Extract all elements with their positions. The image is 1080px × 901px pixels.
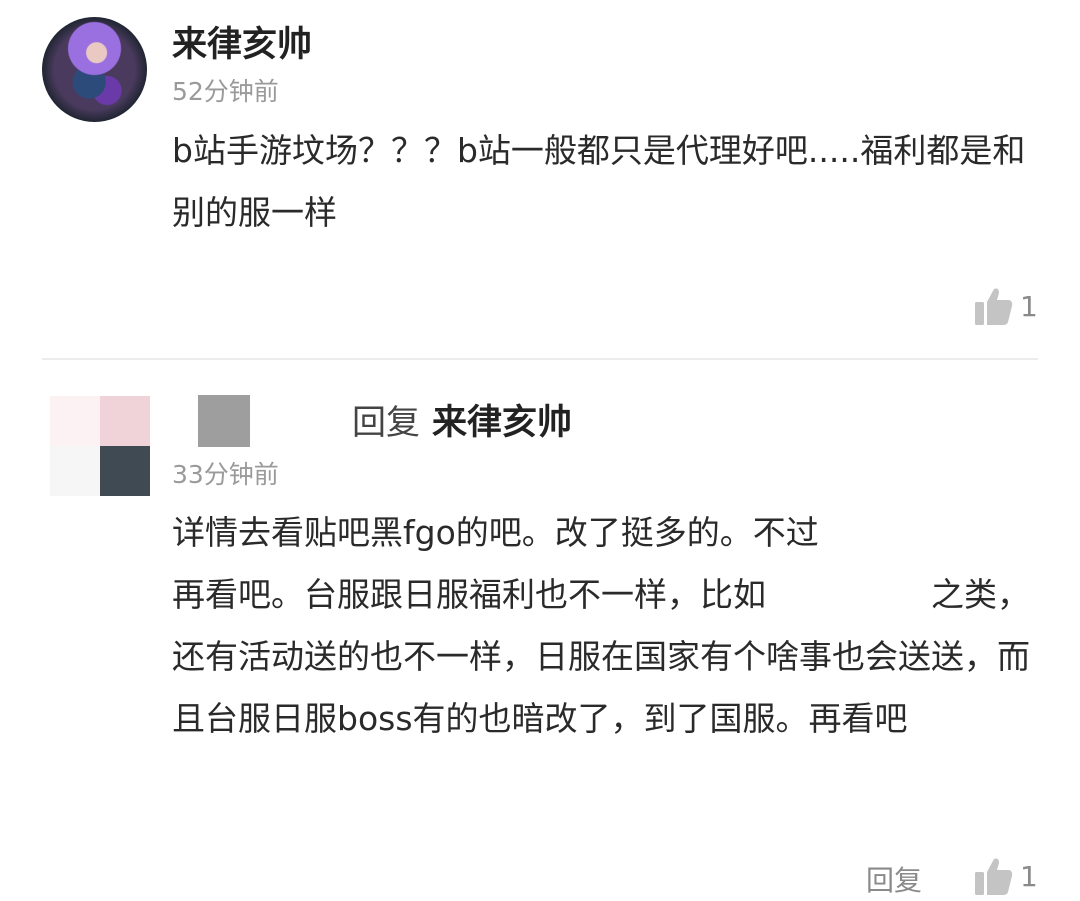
avatar[interactable]	[50, 396, 150, 496]
like-count: 1	[1020, 289, 1038, 323]
divider	[42, 358, 1038, 360]
username[interactable]: 来律亥帅	[172, 16, 312, 67]
avatar[interactable]	[42, 17, 147, 122]
comment-item: 回复 来律亥帅 33分钟前 详情去看贴吧黑fgo的吧。改了挺多的。不过 再看吧。台…	[0, 362, 1080, 901]
like-count: 1	[1020, 859, 1038, 893]
reply-label: 回复	[352, 403, 420, 443]
comment-text: b站手游坟场？？？b站一般都只是代理好吧.....福利都是和别的服一样	[172, 131, 1026, 232]
like-button[interactable]: 1	[972, 284, 1038, 328]
blurred-username	[198, 395, 250, 447]
like-button[interactable]: 1	[972, 854, 1038, 898]
reply-target-username[interactable]: 来律亥帅	[432, 403, 572, 443]
timestamp: 33分钟前	[172, 460, 279, 489]
comment-text: 详情去看贴吧黑fgo的吧。改了挺多的。不过 再看吧。台服跟日服福利也不一样，比如…	[172, 513, 1030, 738]
timestamp: 52分钟前	[172, 77, 279, 106]
thumbs-up-icon	[975, 858, 1013, 895]
comment-item: 来律亥帅 52分钟前 b站手游坟场？？？b站一般都只是代理好吧.....福利都是…	[0, 0, 1080, 360]
thumbs-up-icon	[975, 288, 1013, 325]
reply-button[interactable]: 回复	[866, 859, 922, 899]
reply-header: 回复 来律亥帅	[352, 394, 572, 445]
